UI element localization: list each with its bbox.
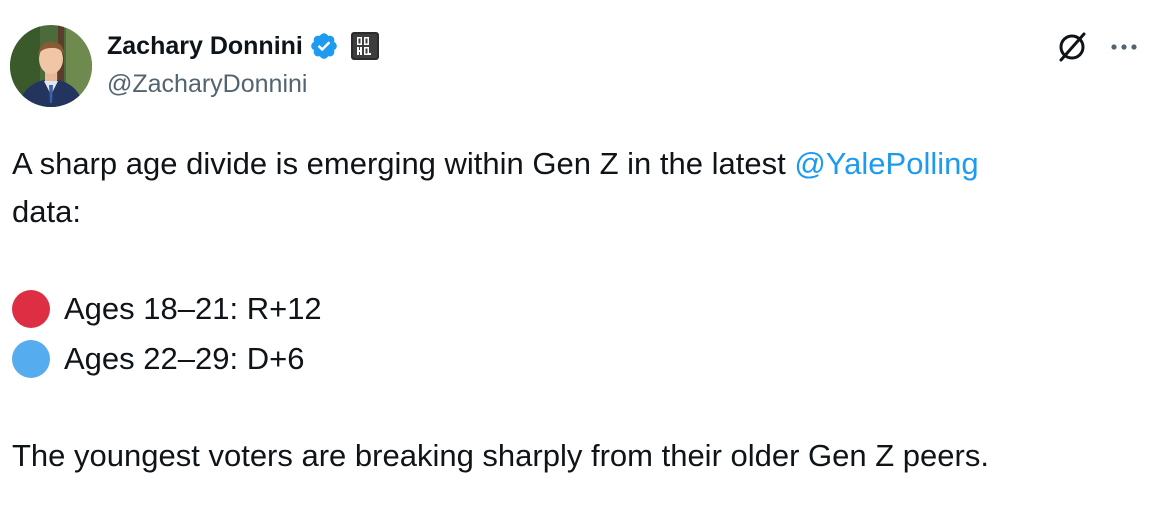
tweet-closing-line: The youngest voters are breaking sharply… bbox=[12, 438, 989, 473]
red-circle-icon bbox=[12, 290, 50, 328]
tweet-text: A sharp age divide is emerging within Ge… bbox=[12, 140, 1132, 480]
mention-link[interactable]: @YalePolling bbox=[794, 146, 978, 181]
avatar[interactable] bbox=[10, 25, 92, 107]
list-item: Ages 22–29: D+6 bbox=[12, 334, 1132, 384]
display-name[interactable]: Zachary Donnini bbox=[107, 32, 303, 61]
list-item: Ages 18–21: R+12 bbox=[12, 284, 1132, 334]
verified-badge-icon bbox=[309, 31, 339, 61]
list-item-text: Ages 22–29: D+6 bbox=[64, 341, 305, 376]
tweet-text-segment: A sharp age divide is emerging within Ge… bbox=[12, 146, 795, 181]
tweet-card: Zachary Donnini @ZacharyDonnini A sharp … bbox=[0, 0, 1160, 508]
tweet-line-2: data: bbox=[12, 194, 81, 229]
grok-icon[interactable] bbox=[1053, 28, 1091, 66]
list-item-text: Ages 18–21: R+12 bbox=[64, 291, 322, 326]
more-options-icon[interactable] bbox=[1107, 30, 1141, 64]
name-row: Zachary Donnini bbox=[107, 28, 1007, 64]
blue-circle-icon bbox=[12, 340, 50, 378]
tweet-header: Zachary Donnini @ZacharyDonnini bbox=[107, 28, 1007, 108]
tweet-line-1: A sharp age divide is emerging within Ge… bbox=[12, 140, 1132, 188]
ddhq-badge-icon[interactable] bbox=[350, 32, 379, 60]
user-handle[interactable]: @ZacharyDonnini bbox=[107, 70, 1007, 99]
